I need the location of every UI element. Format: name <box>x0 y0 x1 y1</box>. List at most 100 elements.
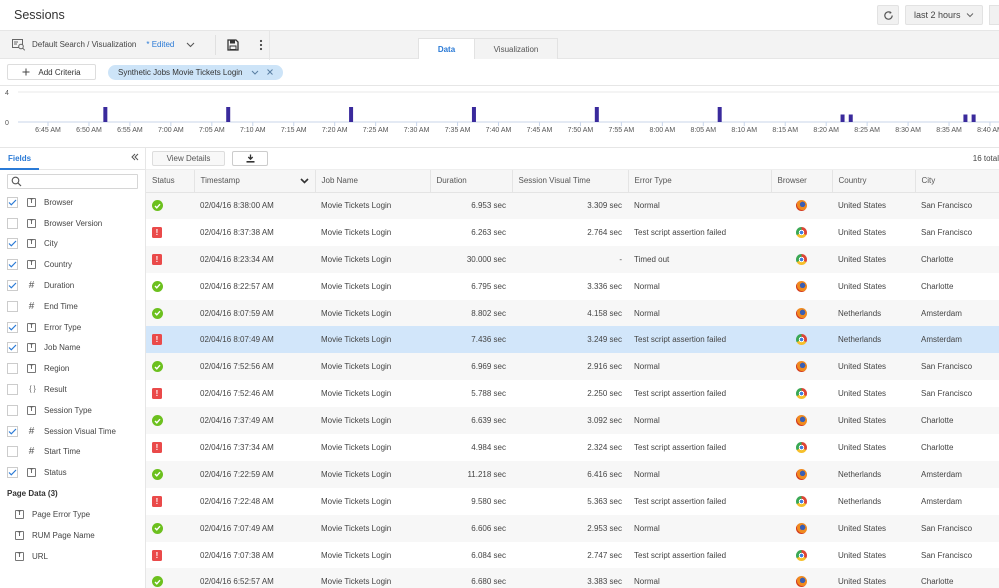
close-icon[interactable] <box>266 69 273 75</box>
error-type-cell: Normal <box>628 568 771 588</box>
field-item[interactable]: # Duration <box>0 275 145 296</box>
field-checkbox[interactable] <box>7 280 18 292</box>
field-checkbox[interactable] <box>7 425 18 437</box>
field-item[interactable]: T Browser Version <box>0 213 145 234</box>
field-item[interactable]: T Job Name <box>0 338 145 359</box>
chevron-down-icon[interactable] <box>251 70 259 75</box>
tab-visualization[interactable]: Visualization <box>475 38 558 59</box>
column-header-duration[interactable]: Duration <box>430 170 513 193</box>
table-row[interactable]: 02/04/16 8:22:57 AM Movie Tickets Login 6.… <box>146 272 999 300</box>
error-type-cell: Normal <box>628 460 771 488</box>
add-criteria-button[interactable]: Add Criteria <box>7 64 96 80</box>
x-tick-label: 7:45 AM <box>527 127 553 134</box>
column-header-job-name[interactable]: Job Name <box>315 170 431 193</box>
refresh-button[interactable] <box>877 5 899 25</box>
field-checkbox[interactable] <box>7 342 18 354</box>
table-row[interactable]: 02/04/16 8:07:59 AM Movie Tickets Login 8.… <box>146 299 999 327</box>
city-cell: Amsterdam <box>915 487 999 515</box>
table-row[interactable]: 02/04/16 7:07:49 AM Movie Tickets Login 6.… <box>146 514 999 542</box>
field-checkbox[interactable] <box>7 321 18 333</box>
field-item[interactable]: T Status <box>0 462 145 483</box>
histogram-bar <box>103 107 108 122</box>
firefox-icon <box>796 576 807 588</box>
field-item[interactable]: # Start Time <box>0 442 145 463</box>
table-row[interactable]: ! 02/04/16 8:07:49 AM Movie Tickets Login 7… <box>146 326 999 354</box>
field-item[interactable]: T Region <box>0 358 145 379</box>
browser-cell <box>771 407 832 435</box>
collapse-panel-button[interactable] <box>131 153 139 164</box>
fields-tab[interactable]: Fields <box>8 154 31 163</box>
chrome-icon <box>796 253 807 265</box>
download-button[interactable] <box>232 151 268 166</box>
field-checkbox[interactable] <box>7 446 18 458</box>
error-type-cell: Test script assertion failed <box>628 541 771 569</box>
field-item[interactable]: T Country <box>0 254 145 275</box>
time-range-select[interactable]: last 2 hours <box>905 5 983 25</box>
page-field-item[interactable]: T URL <box>0 546 145 567</box>
more-header-button[interactable] <box>989 5 999 25</box>
field-checkbox[interactable] <box>7 300 18 312</box>
histogram-bar <box>594 107 599 122</box>
table-row[interactable]: ! 02/04/16 7:52:46 AM Movie Tickets Login 5… <box>146 380 999 408</box>
field-checkbox[interactable] <box>7 384 18 396</box>
table-row[interactable]: ! 02/04/16 7:22:48 AM Movie Tickets Login 9… <box>146 487 999 515</box>
field-checkbox[interactable] <box>7 363 18 375</box>
table-row[interactable]: ! 02/04/16 7:07:38 AM Movie Tickets Login 6… <box>146 541 999 569</box>
field-item[interactable]: T Error Type <box>0 317 145 338</box>
table-row[interactable]: 02/04/16 8:38:00 AM Movie Tickets Login 6.… <box>146 192 999 219</box>
saved-search-name: Default Search / Visualization <box>32 40 137 49</box>
table-row[interactable]: 02/04/16 6:52:57 AM Movie Tickets Login 6.… <box>146 568 999 588</box>
table-row[interactable]: 02/04/16 7:22:59 AM Movie Tickets Login 11… <box>146 460 999 488</box>
tab-data[interactable]: Data <box>418 38 475 59</box>
table-row[interactable]: ! 02/04/16 8:23:34 AM Movie Tickets Login 3… <box>146 245 999 273</box>
field-item[interactable]: # End Time <box>0 296 145 317</box>
city-cell: San Francisco <box>915 353 999 381</box>
field-item[interactable]: T City <box>0 234 145 255</box>
table-row[interactable]: 02/04/16 7:52:56 AM Movie Tickets Login 6.… <box>146 353 999 381</box>
column-header-session-visual-time[interactable]: Session Visual Time <box>512 170 629 193</box>
save-button[interactable] <box>226 38 240 52</box>
refresh-icon <box>883 10 893 20</box>
field-checkbox[interactable] <box>7 196 18 208</box>
status-cell: ! <box>146 245 194 273</box>
y-tick-label: 0 <box>5 120 9 127</box>
field-item[interactable]: T Session Type <box>0 400 145 421</box>
field-checkbox[interactable] <box>7 404 18 416</box>
column-header-country[interactable]: Country <box>832 170 916 193</box>
error-type-cell: Normal <box>628 272 771 300</box>
field-checkbox[interactable] <box>7 238 18 250</box>
field-search-input[interactable] <box>7 174 138 189</box>
field-checkbox[interactable] <box>7 467 18 479</box>
saved-search-selector[interactable]: Default Search / Visualization * Edited <box>12 38 195 51</box>
field-item[interactable]: # Session Visual Time <box>0 421 145 442</box>
table-row[interactable]: ! 02/04/16 8:37:38 AM Movie Tickets Login 6… <box>146 218 999 246</box>
fields-tab-indicator <box>0 168 39 170</box>
field-checkbox[interactable] <box>7 259 18 271</box>
x-tick-label: 7:00 AM <box>158 127 184 134</box>
column-header-status[interactable]: Status <box>146 170 195 193</box>
number-type-icon: # <box>28 446 35 458</box>
sort-descending-icon[interactable] <box>299 176 309 186</box>
table-row[interactable]: 02/04/16 7:37:49 AM Movie Tickets Login 6.… <box>146 407 999 435</box>
more-options-button[interactable] <box>254 38 268 52</box>
page-field-item[interactable]: T RUM Page Name <box>0 525 145 546</box>
session-visual-time-cell: 6.416 sec <box>512 460 628 488</box>
table-header-row: Status Timestamp Job Name Duration Sessi… <box>146 170 999 193</box>
field-item[interactable]: T Browser <box>0 192 145 213</box>
criteria-chip[interactable]: Synthetic Jobs Movie Tickets Login <box>108 64 283 80</box>
field-checkbox[interactable] <box>7 217 18 229</box>
view-details-button[interactable]: View Details <box>152 151 225 166</box>
table-row[interactable]: ! 02/04/16 7:37:34 AM Movie Tickets Login 4… <box>146 434 999 461</box>
column-header-error-type[interactable]: Error Type <box>628 170 772 193</box>
success-icon <box>152 415 163 427</box>
column-header-city[interactable]: City <box>915 170 999 193</box>
column-header-browser[interactable]: Browser <box>771 170 833 193</box>
column-header-timestamp[interactable]: Timestamp <box>194 170 316 193</box>
session-visual-time-cell: 2.764 sec <box>512 218 628 246</box>
page-field-item[interactable]: T Page Error Type <box>0 504 145 525</box>
error-type-cell: Normal <box>628 353 771 381</box>
x-tick-label: 7:20 AM <box>322 127 348 134</box>
field-item[interactable]: { } Result <box>0 379 145 400</box>
text-type-icon: T <box>27 468 36 478</box>
browser-cell <box>771 380 832 408</box>
